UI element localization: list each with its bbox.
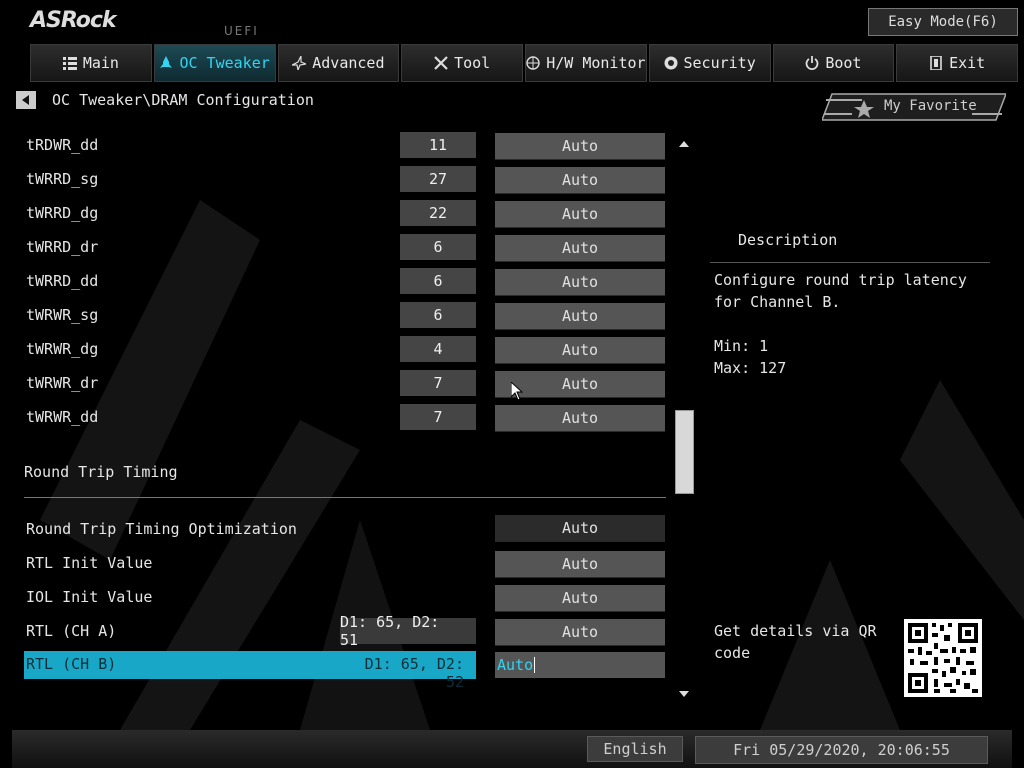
main-tab-bar: Main OC Tweaker Advanced Tool H/W Monito… — [30, 44, 1018, 82]
tab-advanced[interactable]: Advanced — [277, 44, 400, 82]
setting-label: tWRRD_dg — [26, 204, 99, 222]
setting-current-value: D1: 65, D2: 51 — [340, 613, 476, 649]
setting-option-button[interactable]: Auto — [495, 585, 665, 612]
setting-option-button[interactable]: Auto — [495, 133, 665, 160]
setting-option-button[interactable]: Auto — [495, 337, 665, 364]
tab-boot[interactable]: Boot — [772, 44, 895, 82]
setting-label: IOL Init Value — [26, 588, 153, 606]
setting-label: tWRRD_dd — [26, 272, 99, 290]
setting-current-value: 7 — [400, 370, 476, 396]
setting-option-button[interactable]: Auto — [495, 515, 665, 542]
language-button[interactable]: English — [587, 736, 683, 762]
back-button[interactable] — [16, 91, 36, 109]
setting-label: tWRWR_sg — [26, 306, 99, 324]
setting-current-value: 22 — [400, 200, 476, 226]
tab-oc-tweaker-label: OC Tweaker — [179, 54, 270, 72]
tab-main[interactable]: Main — [30, 44, 152, 82]
tab-security-label: Security — [683, 54, 756, 72]
setting-option-button[interactable]: Auto — [495, 167, 665, 194]
setting-option-button[interactable]: Auto — [495, 303, 665, 330]
setting-label: RTL Init Value — [26, 554, 153, 572]
my-favorite-label: My Favorite — [884, 98, 977, 114]
tab-hw-monitor[interactable]: H/W Monitor — [525, 44, 647, 82]
mouse-cursor-icon — [511, 382, 523, 401]
tab-advanced-label: Advanced — [312, 54, 385, 72]
setting-label: tWRWR_dg — [26, 340, 99, 358]
selected-setting-input[interactable]: Auto — [495, 652, 665, 678]
setting-current-value: 11 — [400, 132, 476, 158]
text-caret — [534, 657, 536, 673]
section-title: Round Trip Timing — [24, 463, 178, 481]
setting-label: Round Trip Timing Optimization — [26, 520, 297, 538]
tab-exit-label: Exit — [949, 54, 986, 72]
tab-main-label: Main — [82, 54, 119, 72]
tab-oc-tweaker[interactable]: OC Tweaker — [153, 44, 276, 82]
description-body: Configure round trip latency for Channel… — [714, 269, 990, 379]
brand-logo: ASRock — [30, 8, 117, 33]
tab-hw-monitor-label: H/W Monitor — [546, 54, 646, 72]
tools-icon — [434, 56, 448, 70]
setting-current-value: 7 — [400, 404, 476, 430]
scroll-up-arrow-icon[interactable] — [677, 138, 691, 150]
setting-label: tWRRD_dr — [26, 238, 99, 256]
tab-boot-label: Boot — [825, 54, 862, 72]
setting-label: tWRWR_dd — [26, 408, 99, 426]
tab-exit[interactable]: Exit — [896, 44, 1018, 82]
setting-option-button[interactable]: Auto — [495, 235, 665, 262]
breadcrumb: OC Tweaker\DRAM Configuration — [52, 91, 314, 109]
datetime-display: Fri 05/29/2020, 20:06:55 — [695, 736, 988, 764]
section-divider — [24, 497, 666, 498]
easy-mode-button[interactable]: Easy Mode(F6) — [868, 8, 1018, 36]
setting-option-button[interactable]: Auto — [495, 551, 665, 578]
selected-setting-value: D1: 65, D2: 52 — [364, 655, 464, 691]
uefi-label: UEFI — [224, 24, 259, 38]
list-icon — [62, 57, 77, 70]
setting-label: tWRRD_sg — [26, 170, 99, 188]
selected-setting-input-text: Auto — [497, 656, 534, 674]
tab-tool[interactable]: Tool — [401, 44, 523, 82]
tab-security[interactable]: Security — [648, 44, 771, 82]
setting-current-value: 6 — [400, 234, 476, 260]
setting-current-value: 6 — [400, 268, 476, 294]
setting-label: RTL (CH A) — [26, 622, 117, 640]
setting-current-value: 27 — [400, 166, 476, 192]
setting-option-button[interactable]: Auto — [495, 269, 665, 296]
description-max: Max: 127 — [714, 359, 787, 377]
qr-hint: Get details via QR code — [714, 622, 877, 662]
setting-current-value: 4 — [400, 336, 476, 362]
setting-option-button[interactable]: Auto — [495, 405, 665, 432]
scroll-down-arrow-icon[interactable] — [677, 688, 691, 700]
shield-icon — [664, 56, 677, 70]
setting-option-button[interactable]: Auto — [495, 619, 665, 646]
exit-icon — [930, 56, 942, 70]
description-title: Description — [738, 231, 838, 249]
rocket-icon — [160, 56, 173, 68]
scrollbar-thumb[interactable] — [675, 410, 694, 494]
description-min: Min: 1 — [714, 337, 769, 355]
description-text: Configure round trip latency for Channel… — [714, 271, 967, 311]
setting-label: tWRWR_dr — [26, 374, 99, 392]
setting-option-button[interactable]: Auto — [495, 201, 665, 228]
power-icon — [805, 56, 819, 70]
tab-tool-label: Tool — [454, 54, 491, 72]
selected-setting-label: RTL (CH B) — [26, 655, 117, 673]
qr-code-icon — [904, 619, 982, 697]
monitor-icon — [526, 56, 540, 70]
description-divider — [710, 262, 990, 263]
setting-current-value: 6 — [400, 302, 476, 328]
setting-label: tRDWR_dd — [26, 136, 99, 154]
back-arrow-icon — [22, 95, 29, 105]
star-icon — [292, 56, 307, 70]
